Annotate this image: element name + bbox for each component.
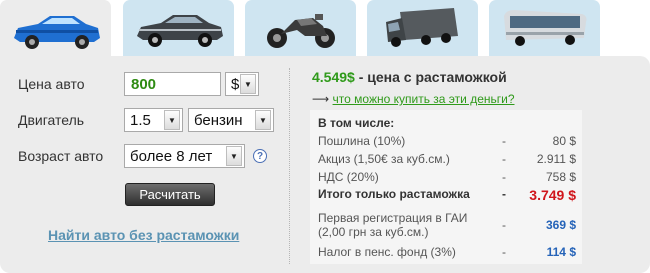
currency-select[interactable]: $ ▼ [225,72,259,96]
currency-value: $ [231,75,240,93]
chevron-down-icon: ▼ [255,110,271,130]
age-value: более 8 лет [130,147,213,165]
truck-icon [385,8,458,47]
find-car-link[interactable]: Найти авто без растаможки [48,227,239,243]
total-text: - цена с растаможкой [358,69,507,85]
bus-icon [503,10,586,46]
registration-row: Первая регистрация в ГАИ (2,00 грн за ку… [318,211,576,239]
price-value: 800 [131,75,157,93]
customs-total-row: Итого только растаможка - 3.749 $ [318,187,576,203]
tab-motorcycle[interactable] [245,0,356,56]
car-grey-icon [136,15,223,47]
total-amount: 4.549$ [312,69,355,85]
motorcycle-icon [266,14,335,48]
age-select[interactable]: более 8 лет ▼ [124,144,245,168]
pension-row: Налог в пенс. фонд (3%) - 114 $ [318,245,576,259]
chevron-down-icon: ▼ [164,110,180,130]
engine-row: Двигатель 1.5 ▼ бензин ▼ [18,108,274,132]
tab-car-classic[interactable] [123,0,234,56]
help-icon[interactable]: ? [253,149,267,163]
engine-volume-select[interactable]: 1.5 ▼ [124,108,183,132]
price-input[interactable]: 800 [124,72,221,96]
what-to-buy-link[interactable]: что можно купить за эти деньги? [333,92,515,106]
total-price: 4.549$ - цена с растаможкой [312,69,507,85]
age-row: Возраст авто более 8 лет ▼ ? [18,144,267,168]
calculator-panel: Цена авто 800 $ ▼ Двигатель 1.5 ▼ бензин… [0,56,650,273]
age-label: Возраст авто [18,148,104,164]
calculate-button[interactable]: Расчитать [125,183,215,206]
engine-label: Двигатель [18,112,85,128]
what-to-buy: ⟶ что можно купить за эти деньги? [312,92,515,106]
vehicle-tabs [0,0,650,60]
breakdown-box: В том числе: Пошлина (10%) - 80 $ Акциз … [310,110,582,264]
tab-truck[interactable] [367,0,478,56]
including-label: В том числе: [318,116,395,130]
car-blue-icon [13,16,100,49]
chevron-down-icon: ▼ [226,146,242,166]
fuel-select[interactable]: бензин ▼ [188,108,274,132]
breakdown-row-vat: НДС (20%) - 758 $ [318,170,576,184]
arrow-right-icon: ⟶ [312,92,330,106]
tab-car-sport[interactable] [0,0,111,60]
price-row: Цена авто 800 $ ▼ [18,72,259,96]
tab-bus[interactable] [489,0,600,56]
breakdown-row-duty: Пошлина (10%) - 80 $ [318,134,576,148]
engine-volume-value: 1.5 [130,111,151,129]
chevron-down-icon: ▼ [240,74,256,94]
breakdown-row-excise: Акциз (1,50€ за куб.см.) - 2.911 $ [318,152,576,166]
price-label: Цена авто [18,76,85,92]
divider [289,68,290,264]
fuel-value: бензин [194,111,243,129]
